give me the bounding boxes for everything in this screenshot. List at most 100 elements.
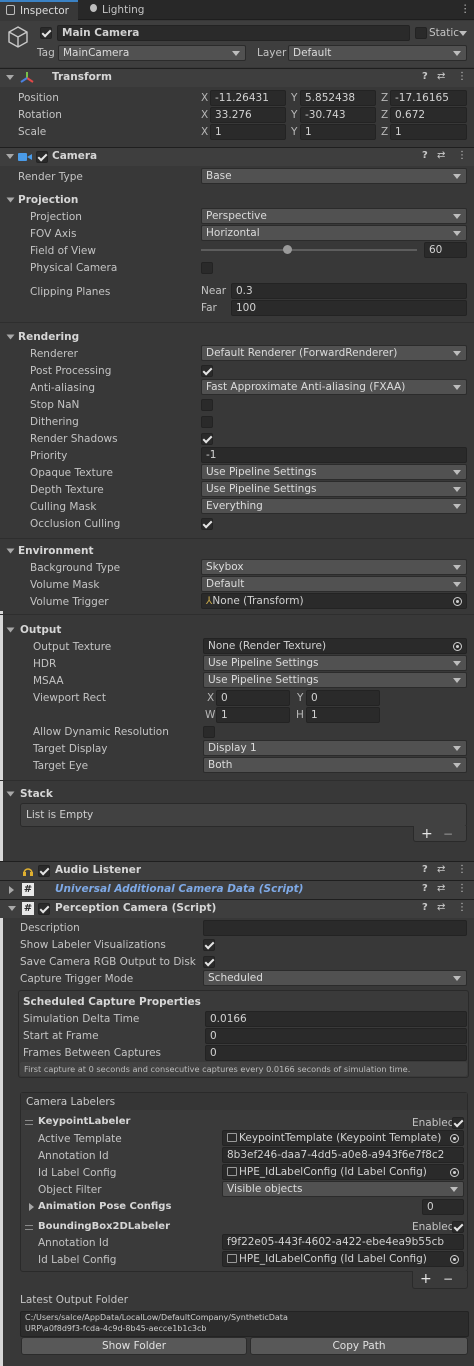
animation-pose-fold-icon[interactable] <box>29 1203 34 1211</box>
tag-dropdown[interactable]: MainCamera <box>58 45 246 61</box>
output-texture-field[interactable]: None (Render Texture) <box>203 638 467 654</box>
renderer-dropdown[interactable]: Default Renderer (ForwardRenderer) <box>201 345 467 361</box>
tab-menu-icon[interactable]: ⋮ <box>460 3 471 15</box>
drag-handle-icon[interactable] <box>25 1225 33 1230</box>
rotation-x-axis[interactable]: X <box>201 107 208 123</box>
scale-y-field[interactable]: 1 <box>300 124 376 140</box>
more-icon[interactable]: ⋮ <box>457 902 467 913</box>
viewport-h-field[interactable]: 1 <box>306 707 380 723</box>
object-picker-icon[interactable] <box>450 1134 459 1143</box>
kp-id-label-config-field[interactable]: HPE_IdLabelConfig (Id Label Config) <box>222 1164 464 1180</box>
save-rgb-checkbox[interactable] <box>203 956 215 968</box>
scale-x-field[interactable]: 1 <box>210 124 286 140</box>
position-x-axis[interactable]: X <box>201 90 208 106</box>
kp-annotation-id-field[interactable]: 8b3ef246-daa7-4dd5-a0e8-a943f6e7f8c2 <box>222 1147 464 1163</box>
msaa-dropdown[interactable]: Use Pipeline Settings <box>203 672 467 688</box>
help-icon[interactable]: ? <box>422 883 428 894</box>
stack-add-icon[interactable]: + <box>421 826 433 842</box>
scale-y-axis[interactable]: Y <box>291 124 297 140</box>
object-picker-icon[interactable] <box>450 1168 459 1177</box>
volume-mask-dropdown[interactable]: Default <box>201 576 467 592</box>
viewport-h-label[interactable]: H <box>296 707 304 723</box>
viewport-y-label[interactable]: Y <box>297 690 303 706</box>
position-z-field[interactable]: -17.16165 <box>390 90 467 106</box>
viewport-x-label[interactable]: X <box>207 690 214 706</box>
scale-z-field[interactable]: 1 <box>390 124 467 140</box>
frames-between-field[interactable]: 0 <box>205 1045 467 1061</box>
hdr-dropdown[interactable]: Use Pipeline Settings <box>203 655 467 671</box>
capture-trigger-dropdown[interactable]: Scheduled <box>203 970 467 986</box>
camera-enabled-checkbox[interactable] <box>36 151 48 163</box>
help-icon[interactable]: ? <box>422 864 428 875</box>
active-template-field[interactable]: KeypointTemplate (Keypoint Template) <box>222 1130 464 1146</box>
fov-axis-dropdown[interactable]: Horizontal <box>201 225 467 241</box>
render-type-dropdown[interactable]: Base <box>201 168 467 184</box>
projection-dropdown[interactable]: Perspective <box>201 208 467 224</box>
near-field[interactable]: 0.3 <box>231 283 467 299</box>
target-display-dropdown[interactable]: Display 1 <box>203 740 467 756</box>
viewport-y-field[interactable]: 0 <box>306 690 380 706</box>
help-icon[interactable]: ? <box>422 150 428 161</box>
keypoint-enabled-checkbox[interactable] <box>452 1117 464 1129</box>
preset-icon[interactable]: ⇄ <box>437 883 445 894</box>
description-field[interactable] <box>203 920 467 936</box>
output-header[interactable]: Output <box>20 622 61 638</box>
position-x-field[interactable]: -11.26431 <box>210 90 286 106</box>
opaque-texture-dropdown[interactable]: Use Pipeline Settings <box>201 464 467 480</box>
static-dropdown-arrow[interactable] <box>459 31 467 36</box>
anti-aliasing-dropdown[interactable]: Fast Approximate Anti-aliasing (FXAA) <box>201 379 467 395</box>
static-checkbox[interactable] <box>415 27 427 39</box>
preset-icon[interactable]: ⇄ <box>437 902 445 913</box>
fov-field[interactable]: 60 <box>424 242 467 258</box>
preset-icon[interactable]: ⇄ <box>437 71 445 82</box>
drag-handle-icon[interactable] <box>25 1120 33 1125</box>
preset-icon[interactable]: ⇄ <box>437 864 445 875</box>
scale-x-axis[interactable]: X <box>201 124 208 140</box>
animation-pose-label[interactable]: Animation Pose Configs <box>38 1199 171 1215</box>
priority-field[interactable]: -1 <box>201 447 467 463</box>
stack-header[interactable]: Stack <box>20 786 53 802</box>
more-icon[interactable]: ⋮ <box>457 150 467 161</box>
viewport-x-field[interactable]: 0 <box>216 690 290 706</box>
position-y-axis[interactable]: Y <box>291 90 297 106</box>
rotation-z-axis[interactable]: Z <box>381 107 388 123</box>
preset-icon[interactable]: ⇄ <box>437 150 445 161</box>
bb-id-label-config-field[interactable]: HPE_IdLabelConfig (Id Label Config) <box>222 1251 464 1267</box>
rotation-y-field[interactable]: -30.743 <box>300 107 376 123</box>
urp-data-header[interactable]: # Universal Additional Camera Data (Scri… <box>0 880 474 899</box>
object-picker-icon[interactable] <box>450 1255 459 1264</box>
rotation-y-axis[interactable]: Y <box>291 107 297 123</box>
perception-enabled-checkbox[interactable] <box>38 903 50 915</box>
occlusion-culling-checkbox[interactable] <box>201 518 213 530</box>
object-picker-icon[interactable] <box>453 642 462 651</box>
volume-trigger-field[interactable]: ⅄None (Transform) <box>201 593 467 609</box>
environment-fold-icon[interactable] <box>6 548 15 554</box>
dithering-checkbox[interactable] <box>201 416 213 428</box>
position-z-axis[interactable]: Z <box>381 90 388 106</box>
bbox-enabled-checkbox[interactable] <box>452 1221 464 1233</box>
more-icon[interactable]: ⋮ <box>457 883 467 894</box>
help-icon[interactable]: ? <box>422 71 428 82</box>
projection-fold-icon[interactable] <box>6 197 15 203</box>
rotation-x-field[interactable]: 33.276 <box>210 107 286 123</box>
stack-fold-icon[interactable] <box>6 791 15 797</box>
help-icon[interactable]: ? <box>422 902 428 913</box>
background-type-dropdown[interactable]: Skybox <box>201 559 467 575</box>
environment-header[interactable]: Environment <box>18 543 94 559</box>
perception-camera-header[interactable]: # Perception Camera (Script) ? ⇄ ⋮ <box>0 899 474 918</box>
position-y-field[interactable]: 5.852438 <box>300 90 376 106</box>
delta-time-field[interactable]: 0.0166 <box>205 1011 467 1027</box>
stop-nan-checkbox[interactable] <box>201 399 213 411</box>
depth-texture-dropdown[interactable]: Use Pipeline Settings <box>201 481 467 497</box>
tab-lighting[interactable]: Lighting <box>84 0 164 20</box>
viewport-w-field[interactable]: 1 <box>216 707 290 723</box>
dynamic-resolution-checkbox[interactable] <box>203 726 215 738</box>
transform-header[interactable]: Transform ? ⇄ ⋮ <box>0 68 474 87</box>
active-checkbox[interactable] <box>40 27 52 39</box>
culling-mask-dropdown[interactable]: Everything <box>201 498 467 514</box>
viewport-w-label[interactable]: W <box>205 707 215 723</box>
more-icon[interactable]: ⋮ <box>457 864 467 875</box>
post-processing-checkbox[interactable] <box>201 365 213 377</box>
rendering-fold-icon[interactable] <box>6 334 15 340</box>
physical-camera-checkbox[interactable] <box>201 262 213 274</box>
